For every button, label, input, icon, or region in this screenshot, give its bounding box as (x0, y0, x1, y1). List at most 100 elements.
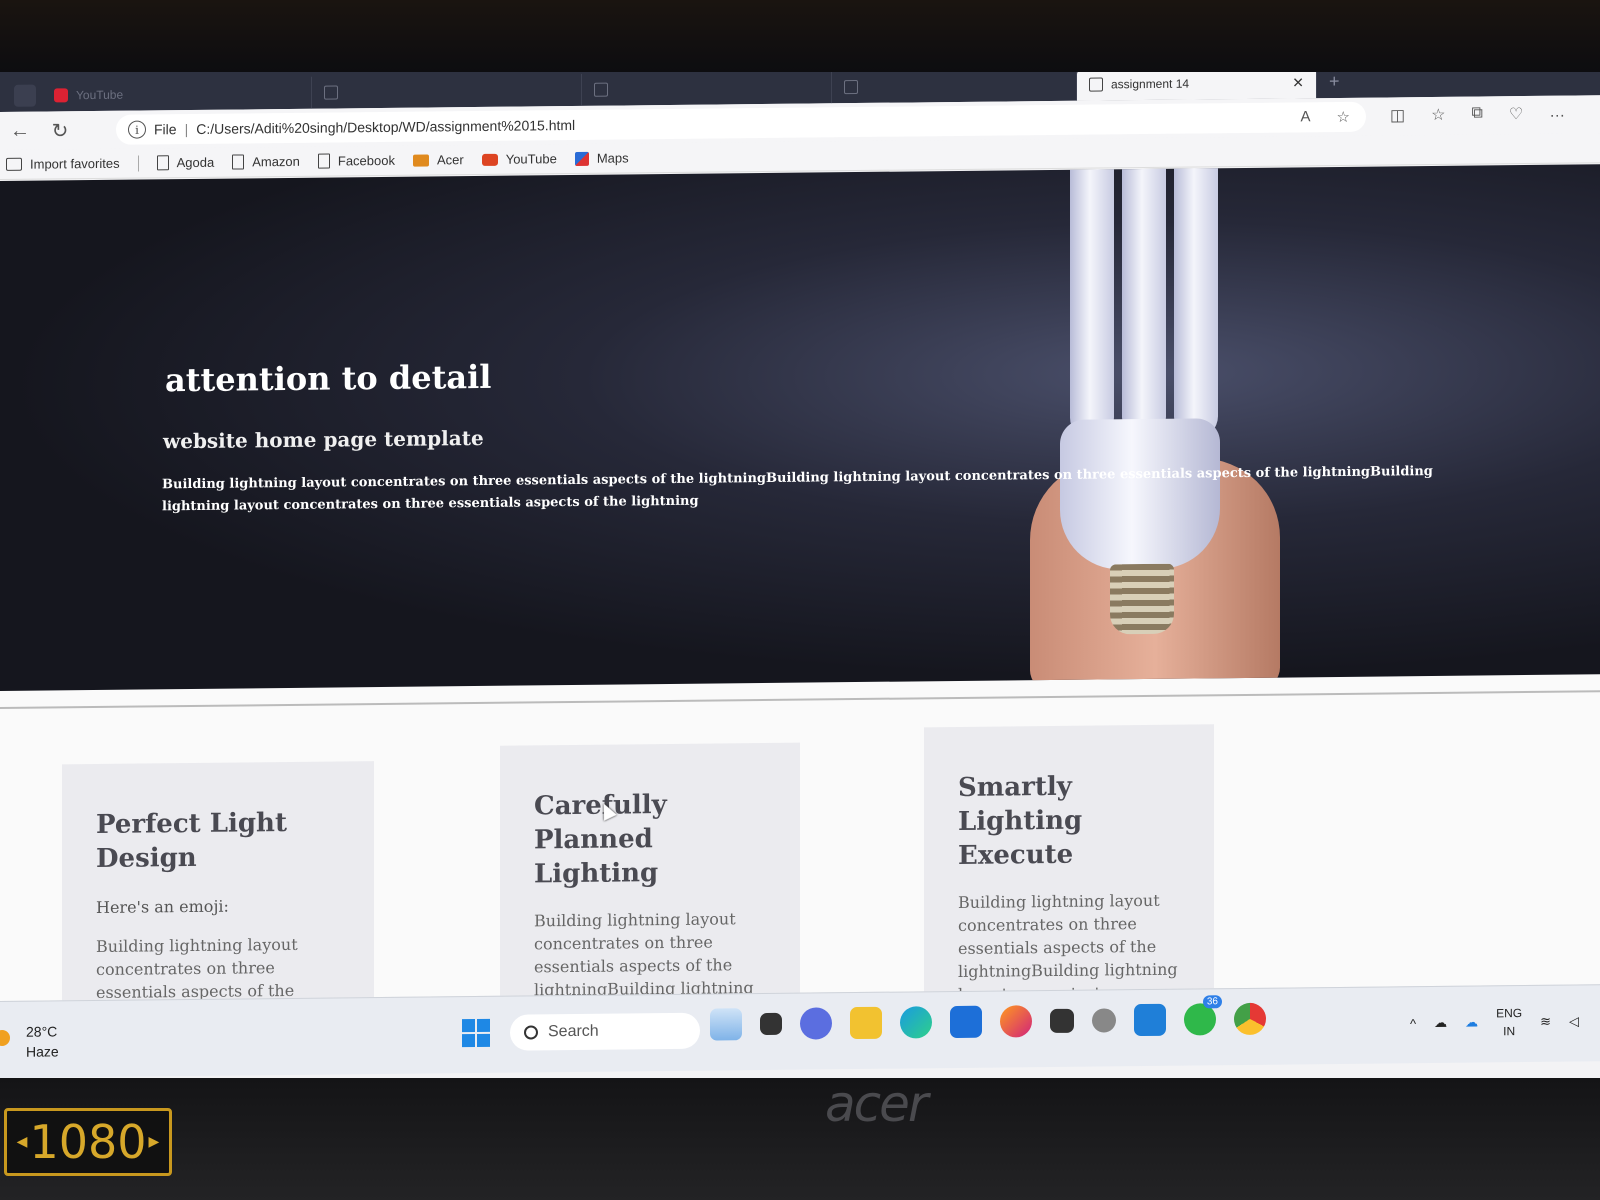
card-title: Perfect Light Design (96, 807, 287, 874)
favorite-agoda[interactable]: Agoda (156, 154, 215, 171)
refresh-icon[interactable]: ↻ (40, 118, 80, 143)
tab-youtube[interactable]: YouTube (42, 76, 312, 112)
new-tab-icon[interactable]: + (1329, 72, 1340, 92)
taskbar-search[interactable]: Search (510, 1012, 700, 1051)
whatsapp-icon[interactable]: 36 (1184, 995, 1222, 1036)
favorite-acer[interactable]: Acer (412, 152, 464, 168)
favorite-amazon[interactable]: Amazon (232, 154, 300, 170)
more-options-icon[interactable]: … (1549, 104, 1565, 124)
youtube-icon (481, 153, 498, 166)
firefox-icon[interactable] (1000, 1005, 1032, 1038)
split-screen-icon[interactable]: ◫ (1390, 105, 1405, 125)
page-icon (594, 82, 608, 97)
favorite-label: Maps (596, 150, 629, 166)
browser-essentials-icon[interactable]: ♡ (1509, 104, 1523, 124)
lightbulb-image (1030, 164, 1280, 691)
web-page: attention to detail website home page te… (0, 164, 1600, 1045)
favorite-label: Import favorites (30, 155, 120, 172)
tab-assignment-14[interactable]: assignment 14 ✕ (1077, 72, 1317, 101)
page-icon (844, 80, 858, 95)
left-triangle-icon: ◀ (16, 1134, 28, 1150)
vscode-icon[interactable] (1134, 1003, 1166, 1037)
tab-page-3[interactable] (582, 72, 832, 106)
tab-page-4[interactable] (832, 72, 1077, 104)
chat-icon[interactable] (800, 1007, 832, 1040)
feature-card: Smartly Lighting Execute Building lightn… (924, 724, 1214, 1027)
file-explorer-icon[interactable] (850, 1006, 882, 1040)
favorite-maps[interactable]: Maps (574, 150, 629, 166)
favorite-label: Facebook (337, 152, 395, 169)
tab-label: assignment 14 (1111, 76, 1190, 92)
youtube-icon (54, 88, 68, 103)
favorites-list-icon[interactable]: ☆ (1431, 105, 1445, 125)
favorite-star-icon[interactable]: ☆ (1337, 108, 1350, 126)
wifi-icon[interactable]: ≋ (1540, 1014, 1551, 1030)
resolution-badge: ◀ 1080 ▶ (4, 1108, 172, 1176)
search-placeholder: Search (548, 1022, 599, 1041)
address-url[interactable]: C:/Users/Aditi%20singh/Desktop/WD/assign… (196, 117, 575, 137)
volume-icon[interactable]: ◁ (1569, 1013, 1579, 1029)
read-aloud-icon[interactable]: A (1301, 108, 1311, 126)
widgets-icon[interactable] (710, 1008, 742, 1041)
weather-temp: 28°C (26, 1023, 58, 1040)
task-view-icon[interactable] (760, 1012, 782, 1036)
laptop-brand-logo: acer (825, 1075, 928, 1133)
favorite-facebook[interactable]: Facebook (317, 152, 395, 169)
edge-icon[interactable] (900, 1006, 932, 1039)
back-arrow-icon[interactable]: ← (0, 119, 40, 142)
feature-card: Carefully Planned Lighting Building ligh… (500, 742, 800, 1045)
weather-widget[interactable]: 28°C Haze (0, 1021, 59, 1062)
notification-badge: 36 (1202, 995, 1222, 1009)
favorite-youtube[interactable]: YouTube (481, 151, 557, 167)
page-icon (1089, 77, 1103, 92)
amazon-icon[interactable] (1092, 1008, 1116, 1033)
weather-desc: Haze (26, 1043, 59, 1060)
close-tab-icon[interactable]: ✕ (1292, 74, 1304, 91)
favorite-label: YouTube (505, 151, 557, 167)
collections-icon[interactable]: ⧉ (1471, 104, 1482, 124)
language-indicator[interactable]: ENG IN (1496, 1004, 1522, 1040)
laptop-bezel-bottom (0, 1078, 1600, 1200)
onedrive-icon[interactable]: ☁ (1465, 1015, 1478, 1031)
laptop-screen: YouTube assignment 14 ✕ + ← ↻ i File | C… (0, 72, 1600, 1078)
info-icon[interactable]: i (128, 120, 146, 139)
hero-title: attention to detail (165, 357, 492, 400)
chrome-icon[interactable] (1234, 1002, 1266, 1036)
resolution-text: 1080 (29, 1115, 147, 1169)
page-icon (324, 85, 338, 100)
hero-section: attention to detail website home page te… (0, 164, 1600, 691)
dropbox-icon[interactable] (1050, 1008, 1074, 1034)
language-code: ENG (1496, 1006, 1523, 1021)
maps-icon (574, 151, 589, 166)
hero-subtitle: website home page template (163, 425, 484, 454)
address-scheme: File (154, 121, 177, 138)
workspaces-button[interactable] (14, 84, 36, 107)
favorite-label: Amazon (252, 153, 300, 170)
folder-icon (412, 154, 429, 167)
tab-page-2[interactable] (312, 73, 582, 109)
hero-text: Building lightning layout concentrates o… (162, 463, 1433, 515)
feature-card: Perfect Light Design Here's an emoji: Bu… (62, 761, 374, 1002)
chevron-up-icon[interactable]: ^ (1410, 1016, 1416, 1031)
right-triangle-icon: ▶ (148, 1134, 160, 1150)
page-icon (156, 155, 169, 171)
region-code: IN (1503, 1024, 1516, 1039)
laptop-bezel-top (0, 0, 1600, 72)
address-separator: | (184, 121, 189, 138)
favorites-divider (137, 155, 139, 172)
card-title: Smartly Lighting Execute (958, 771, 1083, 871)
search-icon (524, 1025, 538, 1040)
windows-taskbar: 28°C Haze Search 36 ^ ☁ ☁ ENG IN ≋ ◁ (0, 984, 1600, 1078)
tab-label: YouTube (76, 87, 124, 103)
start-button[interactable] (462, 1018, 490, 1048)
favorite-label: Agoda (176, 154, 215, 171)
import-icon (6, 157, 22, 171)
feature-cards: Perfect Light Design Here's an emoji: Bu… (0, 704, 1600, 1045)
store-icon[interactable] (950, 1005, 982, 1039)
favorite-label: Acer (436, 152, 464, 168)
card-text: Building lightning layout concentrates o… (96, 934, 298, 1002)
page-icon (317, 153, 330, 169)
page-icon (232, 154, 245, 170)
favorite-import[interactable]: Import favorites (6, 156, 120, 172)
cloud-icon[interactable]: ☁ (1434, 1015, 1447, 1031)
